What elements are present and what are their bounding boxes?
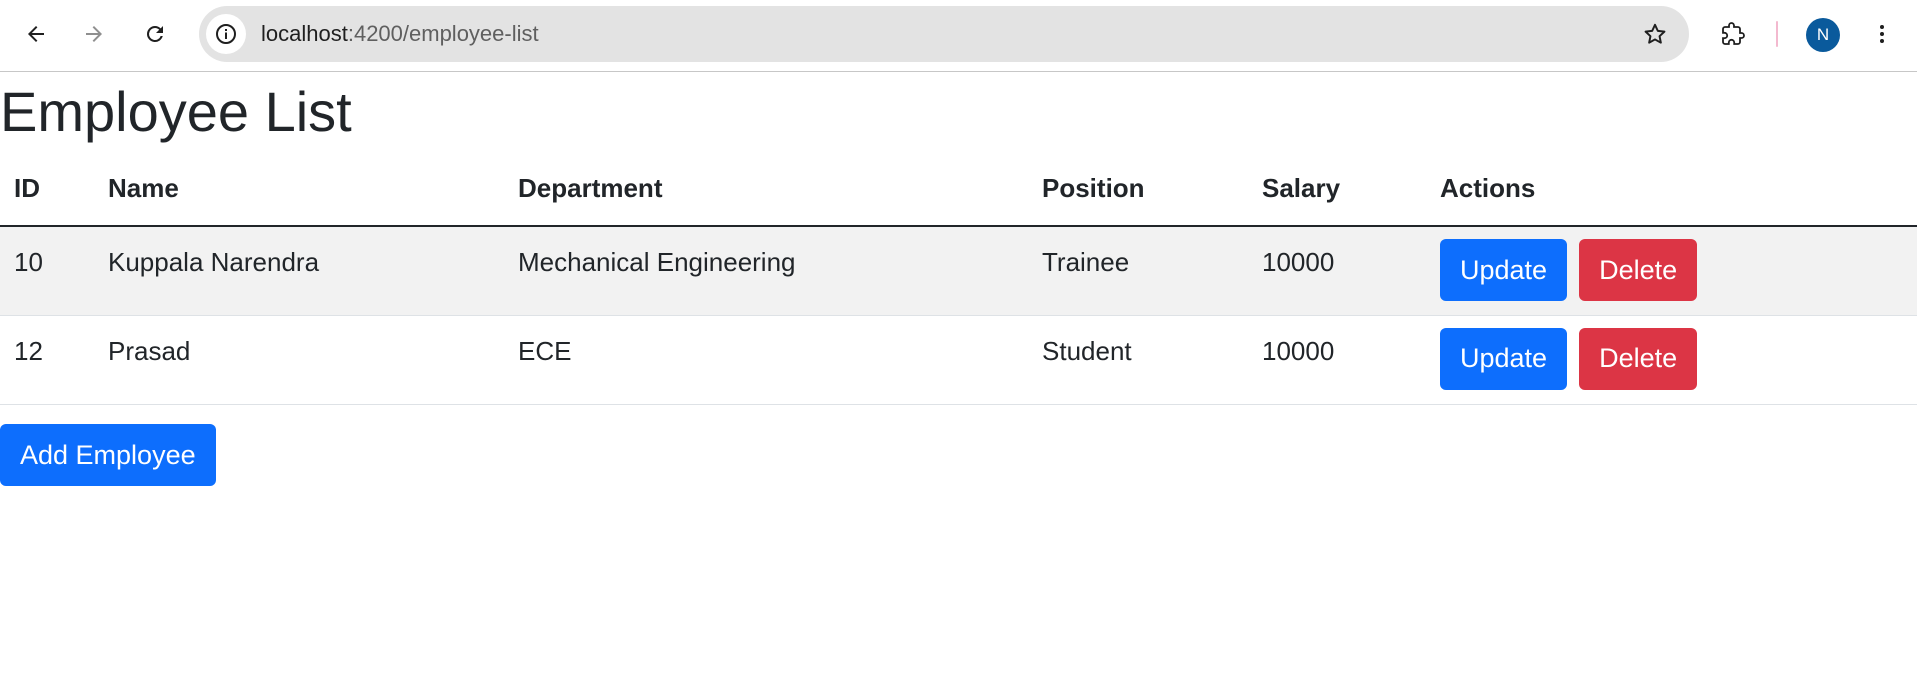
- site-info-button[interactable]: [206, 14, 246, 54]
- more-menu-icon: [1880, 25, 1884, 43]
- header-actions: Actions: [1426, 152, 1917, 227]
- reload-button[interactable]: [135, 14, 175, 54]
- extensions-icon: [1722, 22, 1745, 45]
- add-employee-button[interactable]: Add Employee: [0, 424, 216, 486]
- reload-icon: [147, 26, 163, 42]
- header-id: ID: [0, 152, 94, 227]
- address-bar[interactable]: localhost:4200/employee-list: [199, 6, 1689, 62]
- back-arrow-icon: [28, 26, 44, 42]
- header-department: Department: [504, 152, 1028, 227]
- page-title: Employee List: [0, 80, 352, 143]
- table-row: 10 Kuppala Narendra Mechanical Engineeri…: [0, 226, 1917, 316]
- cell-salary: 10000: [1248, 226, 1426, 316]
- url-path: :4200/employee-list: [347, 21, 539, 46]
- browser-toolbar: localhost:4200/employee-list N: [0, 0, 1917, 72]
- header-salary: Salary: [1248, 152, 1426, 227]
- toolbar-divider: [1776, 21, 1778, 47]
- url-host: localhost: [261, 21, 348, 46]
- cell-department: Mechanical Engineering: [504, 226, 1028, 316]
- forward-button[interactable]: [74, 14, 114, 54]
- back-button[interactable]: [16, 14, 56, 54]
- cell-name: Prasad: [94, 315, 504, 405]
- header-name: Name: [94, 152, 504, 227]
- cell-salary: 10000: [1248, 315, 1426, 405]
- delete-button[interactable]: Delete: [1579, 239, 1698, 301]
- profile-avatar[interactable]: N: [1806, 18, 1840, 52]
- update-button[interactable]: Update: [1440, 239, 1568, 301]
- header-position: Position: [1028, 152, 1248, 227]
- cell-position: Trainee: [1028, 226, 1248, 316]
- cell-name: Kuppala Narendra: [94, 226, 504, 316]
- cell-actions: Update Delete: [1426, 315, 1917, 405]
- url-text[interactable]: localhost:4200/employee-list: [261, 6, 539, 62]
- bookmark-button[interactable]: [1635, 14, 1675, 54]
- cell-id: 10: [0, 226, 94, 316]
- table-header-row: ID Name Department Position Salary Actio…: [0, 152, 1917, 227]
- cell-position: Student: [1028, 315, 1248, 405]
- employee-table: ID Name Department Position Salary Actio…: [0, 152, 1917, 405]
- update-button[interactable]: Update: [1440, 327, 1568, 390]
- delete-button[interactable]: Delete: [1579, 327, 1698, 390]
- forward-arrow-icon: [86, 26, 102, 42]
- cell-department: ECE: [504, 315, 1028, 405]
- cell-actions: Update Delete: [1426, 226, 1917, 316]
- more-menu-button[interactable]: [1862, 14, 1902, 54]
- table-row: 12 Prasad ECE Student 10000 Update Delete: [0, 315, 1917, 405]
- cell-id: 12: [0, 315, 94, 405]
- extensions-button[interactable]: [1713, 14, 1753, 54]
- bookmark-star-icon: [1644, 23, 1666, 44]
- site-info-icon: [216, 24, 236, 44]
